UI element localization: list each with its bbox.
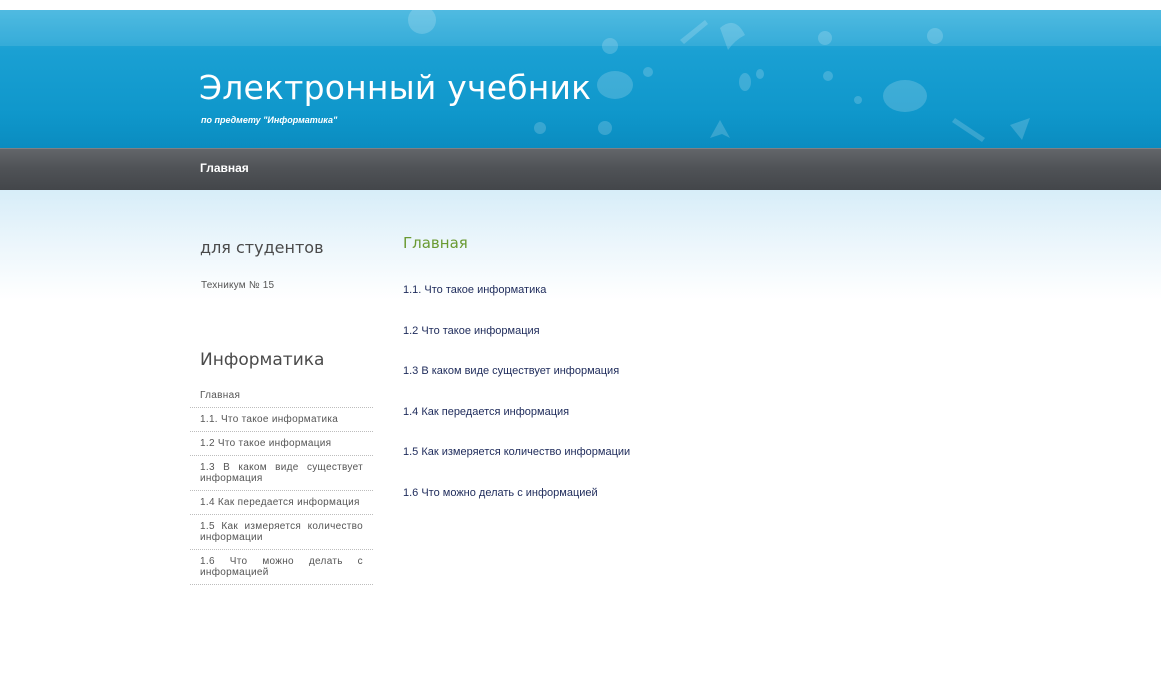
list-item: 1.1. Что такое информатика (403, 280, 630, 321)
top-navigation: Главная (0, 148, 1161, 190)
site-header: Электронный учебник по предмету "Информа… (0, 10, 1161, 148)
site-title: Электронный учебник (199, 68, 592, 107)
topic-link-1-4[interactable]: 1.4 Как передается информация (403, 406, 569, 418)
sidebar-heading-informatics: Информатика (200, 350, 325, 370)
list-item: 1.6 Что можно делать с информацией (403, 483, 630, 524)
topic-link-1-6[interactable]: 1.6 Что можно делать с информацией (403, 487, 598, 499)
site-subtitle: по предмету "Информатика" (201, 115, 338, 125)
sidebar-item-1-1[interactable]: 1.1. Что такое информатика (190, 408, 373, 432)
topic-link-list: 1.1. Что такое информатика 1.2 Что такое… (403, 280, 630, 523)
sidebar-item-home[interactable]: Главная (190, 384, 373, 408)
sidebar-item-1-3[interactable]: 1.3 В каком виде существует информация (190, 456, 373, 491)
sidebar-heading-students: для студентов (200, 238, 324, 257)
sidebar-item-1-2[interactable]: 1.2 Что такое информация (190, 432, 373, 456)
topic-link-1-1[interactable]: 1.1. Что такое информатика (403, 284, 546, 296)
page-title: Главная (403, 234, 468, 252)
sidebar-item-1-6[interactable]: 1.6 Что можно делать с информацией (190, 550, 373, 585)
list-item: 1.2 Что такое информация (403, 321, 630, 362)
list-item: 1.4 Как передается информация (403, 402, 630, 443)
list-item: 1.5 Как измеряется количество информации (403, 442, 630, 483)
top-strip (0, 0, 1161, 10)
list-item: 1.3 В каком виде существует информация (403, 361, 630, 402)
nav-item-home[interactable]: Главная (200, 161, 249, 175)
sidebar-item-1-4[interactable]: 1.4 Как передается информация (190, 491, 373, 515)
topic-link-1-2[interactable]: 1.2 Что такое информация (403, 325, 540, 337)
topic-link-1-3[interactable]: 1.3 В каком виде существует информация (403, 365, 619, 377)
topic-link-1-5[interactable]: 1.5 Как измеряется количество информации (403, 446, 630, 458)
sidebar-college-text: Техникум № 15 (201, 280, 275, 291)
sidebar-item-1-5[interactable]: 1.5 Как измеряется количество информации (190, 515, 373, 550)
sidebar-menu: Главная 1.1. Что такое информатика 1.2 Ч… (190, 384, 373, 585)
